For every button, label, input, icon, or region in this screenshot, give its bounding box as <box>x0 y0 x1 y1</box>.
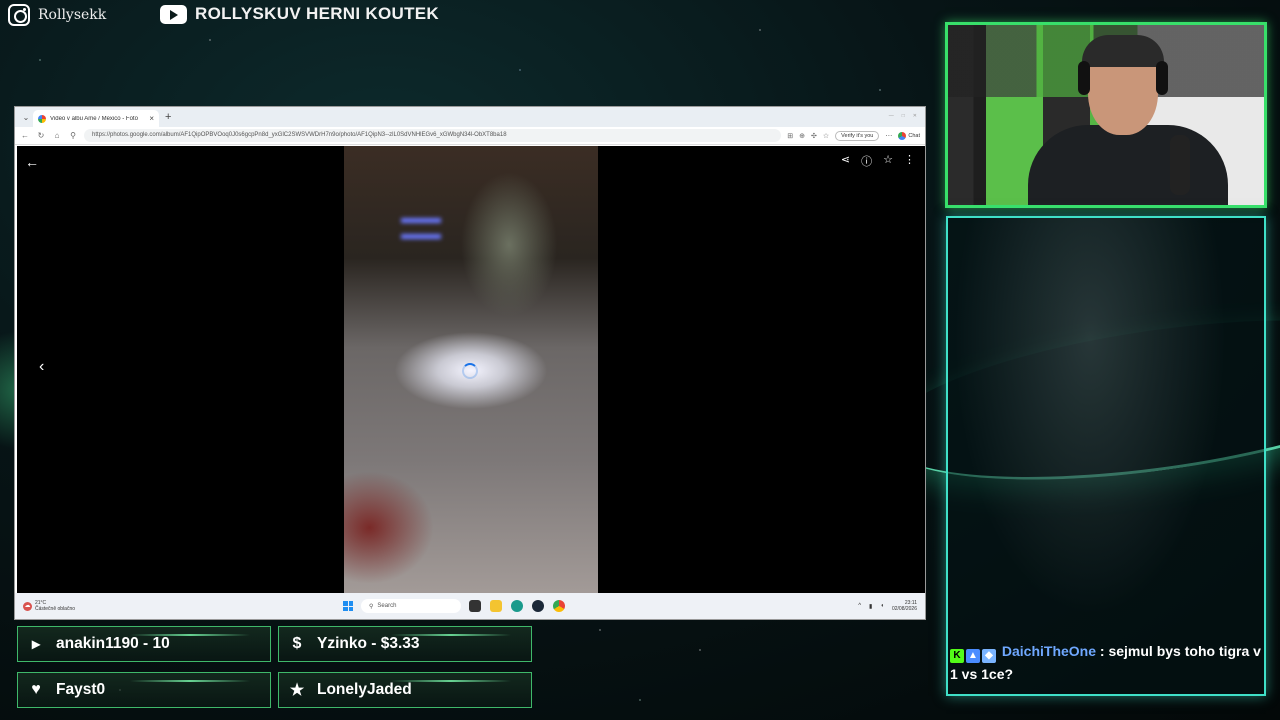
photo-viewer: ← ‹ ⋖ ⓘ ☆ ⋮ <box>17 146 925 595</box>
tab-title: Video v albu Ame / Mexico - Foto <box>50 115 138 122</box>
captured-browser-window: ⌄ Video v albu Ame / Mexico - Foto × + —… <box>14 106 926 620</box>
kick-badge-icon: K <box>950 649 964 663</box>
microphone <box>1170 135 1190 195</box>
tray-chevron-icon[interactable]: ^ <box>858 603 861 609</box>
info-icon[interactable]: ⓘ <box>861 153 872 169</box>
viewer-actions: ⋖ ⓘ ☆ ⋮ <box>841 153 915 169</box>
chat-button-label: Chat <box>908 132 920 139</box>
weather-widget[interactable]: ☁ 21°C Částečně oblačno <box>23 600 343 612</box>
network-icon[interactable]: ▮ <box>869 603 872 610</box>
edge-icon[interactable] <box>511 600 523 612</box>
window-controls: — □ ✕ <box>889 113 917 119</box>
task-view-icon[interactable] <box>469 600 481 612</box>
verify-identity-button[interactable]: Verify it's you <box>835 130 880 141</box>
chat-message: K ▲ ◆ DaichiTheOne : sejmul bys toho tigra… <box>950 640 1266 686</box>
steam-icon[interactable] <box>532 600 544 612</box>
close-window-icon[interactable]: ✕ <box>913 113 917 119</box>
browser-tab-active[interactable]: Video v albu Ame / Mexico - Foto × <box>33 110 159 127</box>
youtube-link: ROLLYSKUV HERNI KOUTEK <box>160 4 439 24</box>
video-frame[interactable] <box>344 146 598 595</box>
latest-donation-text: Yzinko - $3.33 <box>317 635 420 652</box>
latest-like-text: Fayst0 <box>56 681 106 698</box>
minimize-icon[interactable]: — <box>889 113 894 119</box>
latest-like-box: ♥ Fayst0 <box>17 672 271 708</box>
install-app-icon[interactable]: ⊞ <box>787 132 793 140</box>
gemini-icon <box>898 131 907 140</box>
star-icon: ★ <box>289 682 305 699</box>
taskbar-search[interactable]: ⚲ Search <box>361 599 461 613</box>
new-tab-button[interactable]: + <box>165 111 171 123</box>
youtube-icon <box>160 4 187 24</box>
headphones <box>1078 61 1090 95</box>
instagram-link: Rollysekk <box>8 4 106 26</box>
maximize-icon[interactable]: □ <box>902 113 905 119</box>
zoom-icon[interactable]: ⊕ <box>799 132 805 140</box>
latest-follower-text: anakin1190 - 10 <box>56 635 170 652</box>
chrome-icon[interactable] <box>553 600 565 612</box>
system-tray: ^ ▮ ◖ 23:11 02/08/2026 <box>858 600 917 612</box>
taskbar-apps <box>469 600 565 612</box>
streamer-body <box>1028 125 1228 205</box>
back-arrow-icon[interactable]: ← <box>25 154 39 170</box>
menu-dots-icon[interactable]: ⋯ <box>885 132 892 140</box>
previous-photo-chevron-icon[interactable]: ‹ <box>39 358 44 376</box>
blurred-light-streaks <box>401 218 441 223</box>
latest-star-box: ★ LonelyJaded <box>278 672 532 708</box>
weather-icon: ☁ <box>23 601 32 611</box>
home-icon[interactable]: ⌂ <box>52 131 62 140</box>
google-photos-favicon-icon <box>38 114 46 123</box>
weather-text: 21°C Částečně oblačno <box>35 600 75 612</box>
chat-username: DaichiTheOne <box>1001 643 1097 659</box>
search-icon: ⚲ <box>369 603 374 610</box>
loading-spinner-icon <box>462 363 478 379</box>
favorite-star-icon[interactable]: ☆ <box>883 153 893 169</box>
heart-icon: ♥ <box>31 681 41 698</box>
extension-icon[interactable]: ✣ <box>811 132 817 140</box>
gemini-chat-button[interactable]: Chat <box>898 131 920 140</box>
tab-search-chevron-icon[interactable]: ⌄ <box>19 113 33 122</box>
gifter-badge-icon: ◆ <box>982 649 996 663</box>
chat-panel <box>946 216 1266 696</box>
site-info-icon[interactable]: ⚲ <box>68 131 78 140</box>
address-bar[interactable]: https://photos.google.com/album/AF1QipOP… <box>84 129 782 142</box>
clock-date: 02/08/2026 <box>891 606 917 612</box>
file-explorer-icon[interactable] <box>490 600 502 612</box>
latest-donation-box: $ Yzinko - $3.33 <box>278 626 532 662</box>
reload-icon[interactable]: ↻ <box>36 131 46 140</box>
windows-start-icon[interactable] <box>343 601 353 611</box>
latest-follower-box: ▸ anakin1190 - 10 <box>17 626 271 662</box>
streamer-cap <box>1082 35 1164 67</box>
windows-taskbar: ☁ 21°C Částečně oblačno ⚲ Search ^ ▮ ◖ 2… <box>15 593 925 619</box>
taskbar-search-placeholder: Search <box>377 603 397 609</box>
tab-close-icon[interactable]: × <box>149 114 154 123</box>
instagram-handle: Rollysekk <box>38 7 107 23</box>
bookmark-star-icon[interactable]: ☆ <box>823 132 829 140</box>
volume-icon[interactable]: ◖ <box>880 603 884 609</box>
taskbar-clock[interactable]: 23:11 02/08/2026 <box>892 600 917 612</box>
latest-star-text: LonelyJaded <box>317 681 412 698</box>
back-arrow-icon[interactable]: ← <box>20 131 30 140</box>
chat-text: : sejmul bys toho tigra v 1 vs 1ce? <box>950 643 1261 682</box>
weather-desc: Částečně oblačno <box>35 606 76 612</box>
browser-tabstrip: ⌄ Video v albu Ame / Mexico - Foto × + —… <box>15 107 925 127</box>
more-options-icon[interactable]: ⋮ <box>904 153 915 169</box>
share-icon[interactable]: ⋖ <box>841 153 850 169</box>
dollar-icon: $ <box>292 635 302 652</box>
cursor-icon: ▸ <box>31 636 41 653</box>
browser-toolbar: ← ↻ ⌂ ⚲ https://photos.google.com/album/… <box>15 127 925 145</box>
subscriber-badge-icon: ▲ <box>966 649 980 663</box>
webcam-frame <box>945 22 1267 208</box>
youtube-channel-name: ROLLYSKUV HERNI KOUTEK <box>195 4 439 23</box>
instagram-icon <box>8 4 30 26</box>
